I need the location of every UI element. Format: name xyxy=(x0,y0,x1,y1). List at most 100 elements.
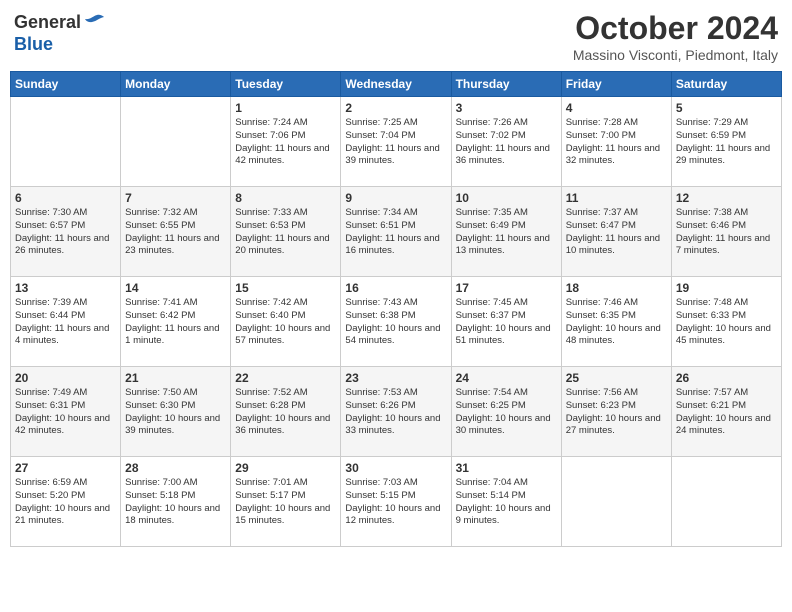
calendar-week-row: 27 Sunrise: 6:59 AM Sunset: 5:20 PM Dayli… xyxy=(11,457,782,547)
calendar-cell: 2 Sunrise: 7:25 AM Sunset: 7:04 PM Daylig… xyxy=(341,97,451,187)
day-info: Sunrise: 7:24 AM Sunset: 7:06 PM Dayligh… xyxy=(235,117,336,168)
day-info: Sunrise: 7:37 AM Sunset: 6:47 PM Dayligh… xyxy=(566,207,667,258)
day-number: 3 xyxy=(456,101,557,115)
logo-general: General xyxy=(14,12,81,33)
day-number: 15 xyxy=(235,281,336,295)
calendar-cell: 14 Sunrise: 7:41 AM Sunset: 6:42 PM Dayli… xyxy=(121,277,231,367)
day-number: 2 xyxy=(345,101,446,115)
day-number: 4 xyxy=(566,101,667,115)
day-info: Sunrise: 7:30 AM Sunset: 6:57 PM Dayligh… xyxy=(15,207,116,258)
day-info: Sunrise: 7:04 AM Sunset: 5:14 PM Dayligh… xyxy=(456,477,557,528)
calendar-cell: 18Sunrise: 7:46 AM Sunset: 6:35 PM Dayli… xyxy=(561,277,671,367)
calendar-cell: 27 Sunrise: 6:59 AM Sunset: 5:20 PM Dayli… xyxy=(11,457,121,547)
calendar-cell: 13 Sunrise: 7:39 AM Sunset: 6:44 PM Dayli… xyxy=(11,277,121,367)
weekday-header-thursday: Thursday xyxy=(451,72,561,97)
day-info: Sunrise: 7:35 AM Sunset: 6:49 PM Dayligh… xyxy=(456,207,557,258)
day-number: 26 xyxy=(676,371,777,385)
weekday-header-friday: Friday xyxy=(561,72,671,97)
day-info: Sunrise: 7:03 AM Sunset: 5:15 PM Dayligh… xyxy=(345,477,446,528)
calendar-cell: 17Sunrise: 7:45 AM Sunset: 6:37 PM Dayli… xyxy=(451,277,561,367)
day-number: 21 xyxy=(125,371,226,385)
day-number: 1 xyxy=(235,101,336,115)
calendar-cell: 15 Sunrise: 7:42 AM Sunset: 6:40 PM Dayli… xyxy=(231,277,341,367)
day-number: 29 xyxy=(235,461,336,475)
day-info: Sunrise: 7:32 AM Sunset: 6:55 PM Dayligh… xyxy=(125,207,226,258)
day-info: Sunrise: 7:00 AM Sunset: 5:18 PM Dayligh… xyxy=(125,477,226,528)
day-info: Sunrise: 7:48 AM Sunset: 6:33 PM Dayligh… xyxy=(676,297,777,348)
day-number: 30 xyxy=(345,461,446,475)
day-number: 9 xyxy=(345,191,446,205)
weekday-header-tuesday: Tuesday xyxy=(231,72,341,97)
logo-blue: Blue xyxy=(14,34,53,54)
day-number: 22 xyxy=(235,371,336,385)
calendar-cell: 31 Sunrise: 7:04 AM Sunset: 5:14 PM Dayli… xyxy=(451,457,561,547)
calendar-week-row: 20Sunrise: 7:49 AM Sunset: 6:31 PM Dayli… xyxy=(11,367,782,457)
day-info: Sunrise: 7:34 AM Sunset: 6:51 PM Dayligh… xyxy=(345,207,446,258)
day-info: Sunrise: 7:01 AM Sunset: 5:17 PM Dayligh… xyxy=(235,477,336,528)
month-title: October 2024 xyxy=(573,10,778,47)
day-number: 25 xyxy=(566,371,667,385)
calendar-cell: 24 Sunrise: 7:54 AM Sunset: 6:25 PM Dayli… xyxy=(451,367,561,457)
calendar-cell: 20Sunrise: 7:49 AM Sunset: 6:31 PM Dayli… xyxy=(11,367,121,457)
day-info: Sunrise: 7:26 AM Sunset: 7:02 PM Dayligh… xyxy=(456,117,557,168)
calendar-week-row: 1 Sunrise: 7:24 AM Sunset: 7:06 PM Daylig… xyxy=(11,97,782,187)
calendar-cell: 3 Sunrise: 7:26 AM Sunset: 7:02 PM Daylig… xyxy=(451,97,561,187)
weekday-header-monday: Monday xyxy=(121,72,231,97)
day-info: Sunrise: 7:28 AM Sunset: 7:00 PM Dayligh… xyxy=(566,117,667,168)
calendar-cell: 4 Sunrise: 7:28 AM Sunset: 7:00 PM Daylig… xyxy=(561,97,671,187)
calendar-cell xyxy=(671,457,781,547)
day-number: 13 xyxy=(15,281,116,295)
day-number: 31 xyxy=(456,461,557,475)
day-number: 16 xyxy=(345,281,446,295)
calendar-cell xyxy=(121,97,231,187)
day-number: 14 xyxy=(125,281,226,295)
day-number: 7 xyxy=(125,191,226,205)
calendar-cell: 5Sunrise: 7:29 AM Sunset: 6:59 PM Daylig… xyxy=(671,97,781,187)
logo: General Blue xyxy=(14,10,107,55)
calendar-cell: 28 Sunrise: 7:00 AM Sunset: 5:18 PM Dayli… xyxy=(121,457,231,547)
day-info: Sunrise: 7:54 AM Sunset: 6:25 PM Dayligh… xyxy=(456,387,557,438)
day-info: Sunrise: 6:59 AM Sunset: 5:20 PM Dayligh… xyxy=(15,477,116,528)
calendar-cell: 8 Sunrise: 7:33 AM Sunset: 6:53 PM Daylig… xyxy=(231,187,341,277)
calendar-cell: 7 Sunrise: 7:32 AM Sunset: 6:55 PM Daylig… xyxy=(121,187,231,277)
calendar-cell: 26Sunrise: 7:57 AM Sunset: 6:21 PM Dayli… xyxy=(671,367,781,457)
day-number: 23 xyxy=(345,371,446,385)
day-info: Sunrise: 7:52 AM Sunset: 6:28 PM Dayligh… xyxy=(235,387,336,438)
location: Massino Visconti, Piedmont, Italy xyxy=(573,47,778,63)
day-info: Sunrise: 7:49 AM Sunset: 6:31 PM Dayligh… xyxy=(15,387,116,438)
day-info: Sunrise: 7:56 AM Sunset: 6:23 PM Dayligh… xyxy=(566,387,667,438)
day-info: Sunrise: 7:25 AM Sunset: 7:04 PM Dayligh… xyxy=(345,117,446,168)
day-number: 28 xyxy=(125,461,226,475)
day-number: 27 xyxy=(15,461,116,475)
page-header: General Blue October 2024 Massino Viscon… xyxy=(10,10,782,63)
calendar-cell: 25 Sunrise: 7:56 AM Sunset: 6:23 PM Dayli… xyxy=(561,367,671,457)
calendar-cell: 6 Sunrise: 7:30 AM Sunset: 6:57 PM Daylig… xyxy=(11,187,121,277)
day-number: 6 xyxy=(15,191,116,205)
weekday-header-saturday: Saturday xyxy=(671,72,781,97)
day-number: 17 xyxy=(456,281,557,295)
calendar-cell xyxy=(561,457,671,547)
calendar-week-row: 6 Sunrise: 7:30 AM Sunset: 6:57 PM Daylig… xyxy=(11,187,782,277)
calendar-cell: 12 Sunrise: 7:38 AM Sunset: 6:46 PM Dayli… xyxy=(671,187,781,277)
day-info: Sunrise: 7:38 AM Sunset: 6:46 PM Dayligh… xyxy=(676,207,777,258)
calendar-cell: 1 Sunrise: 7:24 AM Sunset: 7:06 PM Daylig… xyxy=(231,97,341,187)
day-info: Sunrise: 7:43 AM Sunset: 6:38 PM Dayligh… xyxy=(345,297,446,348)
day-info: Sunrise: 7:50 AM Sunset: 6:30 PM Dayligh… xyxy=(125,387,226,438)
day-info: Sunrise: 7:42 AM Sunset: 6:40 PM Dayligh… xyxy=(235,297,336,348)
day-info: Sunrise: 7:41 AM Sunset: 6:42 PM Dayligh… xyxy=(125,297,226,348)
calendar-cell: 11Sunrise: 7:37 AM Sunset: 6:47 PM Dayli… xyxy=(561,187,671,277)
day-info: Sunrise: 7:33 AM Sunset: 6:53 PM Dayligh… xyxy=(235,207,336,258)
day-number: 24 xyxy=(456,371,557,385)
calendar-cell: 22 Sunrise: 7:52 AM Sunset: 6:28 PM Dayli… xyxy=(231,367,341,457)
calendar-cell: 29 Sunrise: 7:01 AM Sunset: 5:17 PM Dayli… xyxy=(231,457,341,547)
weekday-header-row: SundayMondayTuesdayWednesdayThursdayFrid… xyxy=(11,72,782,97)
calendar-cell xyxy=(11,97,121,187)
calendar-cell: 19Sunrise: 7:48 AM Sunset: 6:33 PM Dayli… xyxy=(671,277,781,367)
logo-bird-icon xyxy=(83,10,107,34)
day-number: 5 xyxy=(676,101,777,115)
day-number: 8 xyxy=(235,191,336,205)
day-number: 12 xyxy=(676,191,777,205)
calendar-table: SundayMondayTuesdayWednesdayThursdayFrid… xyxy=(10,71,782,547)
day-info: Sunrise: 7:39 AM Sunset: 6:44 PM Dayligh… xyxy=(15,297,116,348)
calendar-cell: 9 Sunrise: 7:34 AM Sunset: 6:51 PM Daylig… xyxy=(341,187,451,277)
